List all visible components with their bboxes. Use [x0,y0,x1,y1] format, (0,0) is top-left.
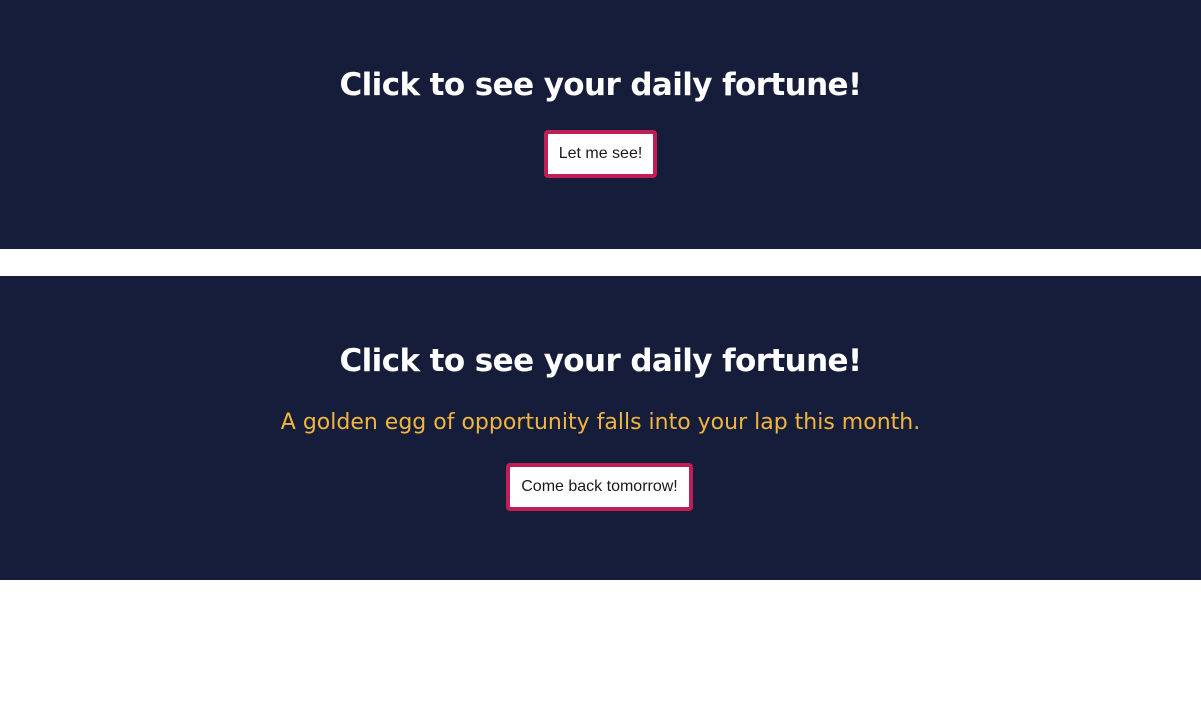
come-back-tomorrow-button[interactable]: Come back tomorrow! [506,463,693,511]
fortune-panel-initial: Click to see your daily fortune! Let me … [0,0,1201,249]
panel-title: Click to see your daily fortune! [339,67,863,103]
fortune-panel-revealed: Click to see your daily fortune! A golde… [0,276,1201,580]
let-me-see-button[interactable]: Let me see! [544,130,657,178]
fortune-text: A golden egg of opportunity falls into y… [280,410,921,435]
panel-title: Click to see your daily fortune! [339,343,863,379]
